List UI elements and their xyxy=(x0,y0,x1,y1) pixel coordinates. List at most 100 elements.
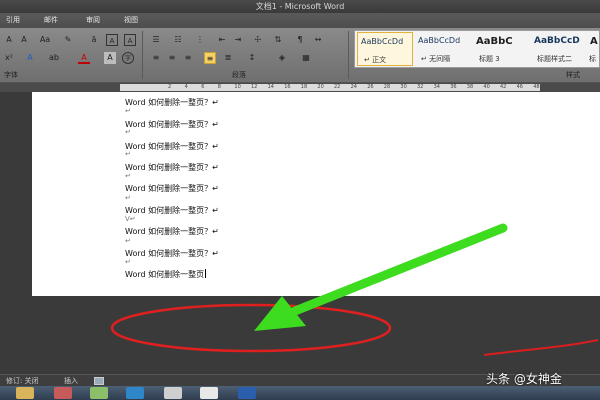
document-line[interactable]: Word 如何删除一整页？↵ xyxy=(125,97,219,108)
style-name: ↵ 正文 xyxy=(364,56,387,64)
increase-indent-icon[interactable]: ⇥ xyxy=(232,34,244,46)
empty-paragraph-mark: V↵ xyxy=(125,215,136,223)
ruler-tick: 36 xyxy=(450,84,457,90)
ruler-tick: 6 xyxy=(201,84,205,90)
group-label-font: 字体 xyxy=(4,71,18,79)
empty-paragraph-mark: ↵ xyxy=(125,194,131,202)
text-effects-icon[interactable]: A xyxy=(24,52,36,64)
ruler-tick: 26 xyxy=(367,84,374,90)
distribute-align-icon[interactable]: ≣ xyxy=(222,52,234,64)
sort-icon[interactable]: ⇅ xyxy=(272,34,284,46)
tab-references[interactable]: 引用 xyxy=(6,15,20,25)
style-name: 标题 3 xyxy=(479,55,500,63)
ruler-scale: 2 4 6 8 10 12 14 16 18 20 22 24 26 28 30 32 34 36 38 40 42 46… xyxy=(120,84,540,91)
window-title: 文档1 - Microsoft Word xyxy=(255,2,345,11)
ruler-tick: 2 xyxy=(168,84,172,90)
ruler-tick: 30 xyxy=(400,84,407,90)
font-color-icon[interactable]: A xyxy=(78,52,90,64)
ruler-tick: 24 xyxy=(350,84,357,90)
ruler-tick: 14 xyxy=(267,84,274,90)
ruler-tick: 12 xyxy=(251,84,258,90)
document-workspace: Word 如何删除一整页？↵ Word 如何删除一整页？↵ Word 如何删除一整页… xyxy=(0,92,600,374)
ruler-tick: 40 xyxy=(483,84,490,90)
tab-view[interactable]: 视图 xyxy=(124,15,138,25)
ruler-tick: 42 xyxy=(500,84,507,90)
style-heading-3[interactable]: AaBbC 标题 3 xyxy=(473,32,529,66)
superscript-icon[interactable]: x² xyxy=(3,52,15,64)
decrease-indent-icon[interactable]: ⇤ xyxy=(216,34,228,46)
empty-paragraph-mark: ↵ xyxy=(125,150,131,158)
shading-icon[interactable]: ◈ xyxy=(276,52,288,64)
word-icon[interactable] xyxy=(238,387,256,399)
file-explorer-icon[interactable] xyxy=(16,387,34,399)
ruler-tick: 38 xyxy=(466,84,474,90)
align-left-icon[interactable]: ≡ xyxy=(150,52,162,64)
style-sample: AaBbC xyxy=(476,36,513,47)
media-app-icon[interactable] xyxy=(54,387,72,399)
style-name: 标 xyxy=(589,55,596,63)
empty-paragraph-mark: ↵ xyxy=(125,172,131,180)
justify-icon[interactable]: ≡ xyxy=(204,52,216,64)
document-line[interactable]: Word 如何删除一整页？↵ xyxy=(125,183,219,194)
style-no-spacing[interactable]: AaBbCcDd ↵ 无间隔 xyxy=(415,32,471,66)
align-center-icon[interactable]: ≡ xyxy=(166,52,178,64)
empty-paragraph-mark: ↵ xyxy=(125,237,131,245)
app-icon[interactable] xyxy=(200,387,218,399)
char-border-icon[interactable]: A xyxy=(106,34,118,46)
bullets-icon[interactable]: ☰ xyxy=(150,34,162,46)
app-icon[interactable] xyxy=(90,387,108,399)
empty-paragraph-mark: ↵ xyxy=(125,128,131,136)
document-line[interactable]: Word 如何删除一整页？↵ xyxy=(125,141,219,152)
watermark: 头条 @女神金 xyxy=(486,372,562,386)
style-sample: AaBbCcDd xyxy=(361,37,404,46)
style-more[interactable]: A 标 xyxy=(587,32,599,66)
ruler-tick: 10 xyxy=(234,84,241,90)
document-line[interactable]: Word 如何删除一整页？↵ xyxy=(125,205,219,216)
highlight-icon[interactable]: ab xyxy=(48,52,60,64)
document-line[interactable]: Word 如何删除一整页？↵ xyxy=(125,226,219,237)
style-sample: AaBbCcDd xyxy=(418,36,461,45)
shrink-font-icon[interactable]: A xyxy=(18,34,30,46)
tab-review[interactable]: 审阅 xyxy=(86,15,100,25)
document-line[interactable]: Word 如何删除一整页 xyxy=(125,269,207,280)
line-spacing-icon[interactable]: ↕ xyxy=(246,52,258,64)
ruler-tick: 46 xyxy=(516,84,523,90)
document-line[interactable]: Word 如何删除一整页？↵ xyxy=(125,248,219,259)
insert-mode-status[interactable]: 插入 xyxy=(64,376,78,386)
track-changes-status[interactable]: 修订: 关闭 xyxy=(6,376,39,386)
title-bar: 文档1 - Microsoft Word xyxy=(0,0,600,13)
document-line[interactable]: Word 如何删除一整页？↵ xyxy=(125,162,219,173)
numbering-icon[interactable]: ☷ xyxy=(172,34,184,46)
borders-icon[interactable]: ▦ xyxy=(300,52,312,64)
chinese-layout-icon[interactable]: ☩ xyxy=(252,34,264,46)
document-line[interactable]: Word 如何删除一整页？↵ xyxy=(125,119,219,130)
ruler-tick: 32 xyxy=(417,84,424,90)
enclosed-char-icon[interactable]: 字 xyxy=(122,52,134,64)
change-case-icon[interactable]: Aa xyxy=(36,34,54,46)
qq-icon[interactable] xyxy=(164,387,182,399)
ruler-tick: 20 xyxy=(317,84,324,90)
grow-font-icon[interactable]: A xyxy=(3,34,15,46)
ribbon: A A Aa ✎ ā A A x² A ab A A 字 字体 ☰ ☷ ⋮ ⇤ … xyxy=(0,28,600,83)
distributed-icon[interactable]: ↔ xyxy=(312,34,324,46)
ruler-tick: 8 xyxy=(217,84,221,90)
align-right-icon[interactable]: ≡ xyxy=(182,52,194,64)
ruler-tick: 18 xyxy=(300,84,308,90)
horizontal-ruler[interactable]: 2 4 6 8 10 12 14 16 18 20 22 24 26 28 30 32 34 36 38 40 42 46… xyxy=(0,83,600,92)
macro-record-icon[interactable] xyxy=(94,377,104,385)
style-normal[interactable]: AaBbCcDd ↵ 正文 xyxy=(357,32,413,66)
document-page[interactable]: Word 如何删除一整页？↵ Word 如何删除一整页？↵ Word 如何删除一整页… xyxy=(32,92,600,296)
phonetic-guide-icon[interactable]: ā xyxy=(88,34,100,46)
clear-format-icon[interactable]: ✎ xyxy=(62,34,74,46)
group-label-paragraph: 段落 xyxy=(232,71,246,79)
empty-paragraph-mark: ↵ xyxy=(125,107,131,115)
enclose-char-icon[interactable]: A xyxy=(124,34,136,46)
multilevel-list-icon[interactable]: ⋮ xyxy=(194,34,206,46)
style-title-2[interactable]: AaBbCcD 标题样式二 xyxy=(531,32,587,66)
style-sample: AaBbCcD xyxy=(534,36,580,46)
tab-mailings[interactable]: 邮件 xyxy=(44,15,58,25)
char-shading-icon[interactable]: A xyxy=(104,52,116,64)
style-name: 标题样式二 xyxy=(537,55,572,63)
browser-icon[interactable] xyxy=(126,387,144,399)
show-marks-icon[interactable]: ¶ xyxy=(294,34,306,46)
